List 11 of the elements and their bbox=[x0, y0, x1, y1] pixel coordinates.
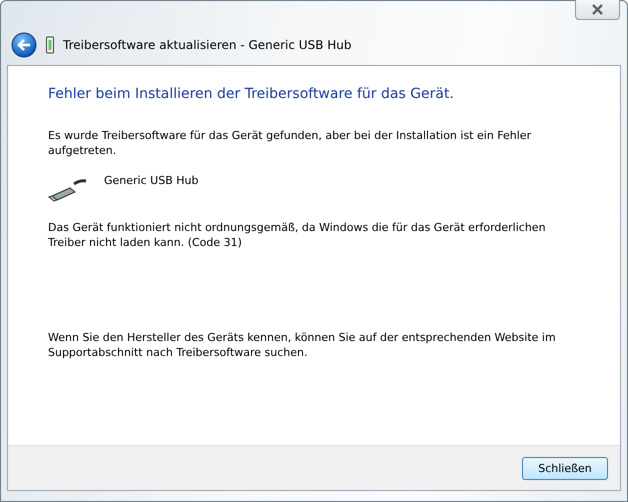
close-dialog-button[interactable]: Schließen bbox=[522, 456, 608, 480]
close-icon bbox=[591, 4, 604, 15]
device-name: Generic USB Hub bbox=[104, 173, 198, 189]
usb-icon bbox=[45, 36, 55, 54]
window-title: Treibersoftware aktualisieren - Generic USB Hub bbox=[63, 38, 352, 52]
status-text: Das Gerät funktioniert nicht ordnungsgemäß, da Windows die für das Gerät erforderlichen Treiber nicht laden kann. (Code 31) bbox=[48, 220, 547, 250]
hint-text: Wenn Sie den Hersteller des Geräts kennen, können Sie auf der entsprechenden Website im Supportabschnitt nach Treibersoftware suchen. bbox=[48, 330, 557, 360]
error-heading: Fehler beim Installieren der Treibersoftware für das Gerät. bbox=[48, 86, 455, 102]
back-button[interactable] bbox=[11, 32, 37, 58]
close-button[interactable] bbox=[575, 0, 620, 20]
intro-text: Es wurde Treibersoftware für das Gerät gefunden, aber bei der Installation ist ein Fehler aufgetreten. bbox=[48, 128, 532, 158]
